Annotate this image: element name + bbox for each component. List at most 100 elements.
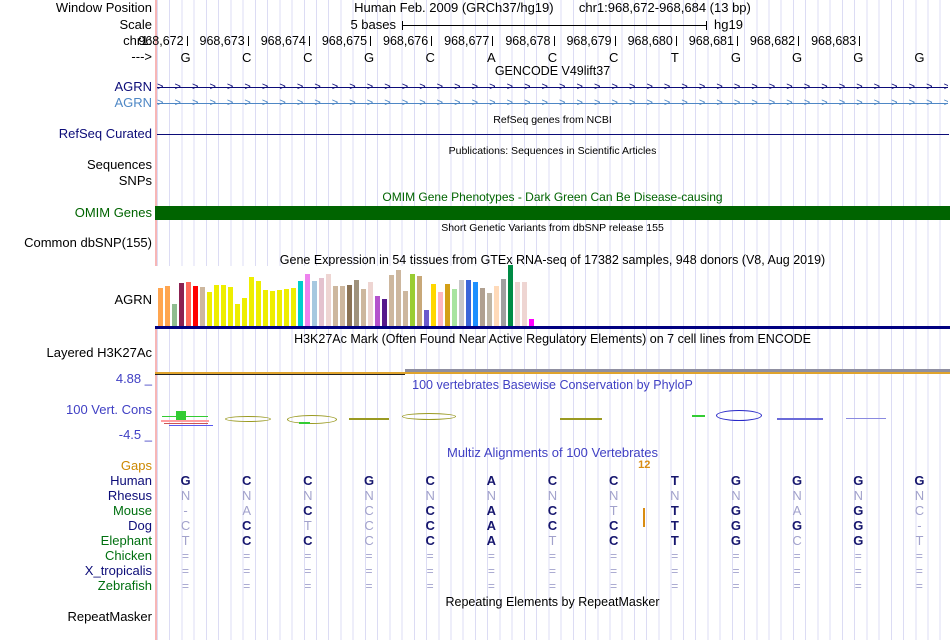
gtex-tissue-bar — [284, 289, 289, 326]
gene-label-agrn-2[interactable]: AGRN — [0, 96, 152, 110]
coordinate-label: 968,683 — [811, 34, 857, 48]
sequences-label[interactable]: Sequences — [0, 158, 152, 172]
gtex-tissue-bar — [396, 270, 401, 326]
gtex-tissue-bar — [214, 285, 219, 326]
gtex-tissue-bar — [431, 284, 436, 326]
alignment-base: N — [425, 488, 435, 503]
species-label-rhesus[interactable]: Rhesus — [0, 489, 152, 503]
alignment-base: T — [609, 503, 618, 518]
refseq-gene-line[interactable] — [157, 134, 949, 135]
repeatmasker-title: Repeating Elements by RepeatMasker — [445, 595, 660, 609]
alignment-base: C — [242, 518, 252, 533]
alignment-base: = — [793, 579, 801, 593]
reference-base: G — [730, 50, 742, 65]
snps-label[interactable]: SNPs — [0, 174, 152, 188]
gtex-tissue-bar — [298, 281, 303, 326]
gene-label-agrn-1[interactable]: AGRN — [0, 80, 152, 94]
gtex-tissue-bar — [382, 299, 387, 326]
alignment-base: = — [182, 564, 190, 578]
publications-title: Publications: Sequences in Scientific Ar… — [448, 145, 657, 157]
common-dbsnp-label[interactable]: Common dbSNP(155) — [0, 236, 152, 250]
gtex-tissue-bar — [508, 265, 513, 326]
phylop-mark — [402, 413, 456, 420]
omim-gene-bar[interactable] — [155, 206, 950, 220]
alignment-base: A — [486, 518, 497, 533]
alignment-base: G — [730, 473, 742, 488]
alignment-base: G — [730, 518, 742, 533]
gtex-tissue-bar — [480, 288, 485, 326]
phylop-mark — [349, 418, 389, 420]
alignment-base: = — [732, 549, 740, 563]
alignment-base: C — [425, 473, 435, 488]
alignment-base: C — [242, 533, 252, 548]
scale-bar-left-tick — [402, 21, 403, 30]
refseq-curated-label[interactable]: RefSeq Curated — [0, 127, 152, 141]
vert-cons-label[interactable]: 100 Vert. Cons — [0, 403, 152, 417]
alignment-base: = — [854, 564, 862, 578]
alignment-base: = — [548, 564, 556, 578]
gtex-tissue-bar — [326, 274, 331, 326]
alignment-base: = — [610, 564, 618, 578]
h3k27ac-title: H3K27Ac Mark (Often Found Near Active Re… — [294, 332, 811, 346]
gtex-tissue-bar — [270, 291, 275, 326]
alignment-base: = — [548, 549, 556, 563]
alignment-base: G — [363, 473, 375, 488]
window-position-label: Window Position — [55, 0, 152, 15]
strand-label: ---> — [131, 49, 152, 64]
alignment-base: = — [793, 549, 801, 563]
gtex-tissue-bar — [347, 285, 352, 326]
alignment-base: N — [853, 488, 863, 503]
alignment-base: A — [486, 473, 497, 488]
gtex-tissue-bar — [340, 286, 345, 326]
alignment-base: C — [914, 503, 925, 518]
alignment-base: = — [365, 549, 373, 563]
species-label-elephant[interactable]: Elephant — [0, 534, 152, 548]
gtex-tissue-bar — [165, 286, 170, 326]
species-label-human[interactable]: Human — [0, 474, 152, 488]
reference-base: C — [242, 50, 252, 65]
species-label-dog[interactable]: Dog — [0, 519, 152, 533]
alignment-base: N — [180, 488, 191, 503]
alignment-base: A — [792, 503, 802, 518]
alignment-base: = — [243, 579, 251, 593]
alignment-base: C — [364, 533, 374, 548]
alignment-base: T — [670, 473, 679, 488]
alignment-base: = — [182, 549, 190, 563]
species-label-zebrafish[interactable]: Zebrafish — [0, 579, 152, 593]
alignment-base: C — [180, 518, 191, 533]
gaps-label[interactable]: Gaps — [0, 459, 152, 473]
species-label-mouse[interactable]: Mouse — [0, 504, 152, 518]
alignment-base: = — [732, 579, 740, 593]
reference-base: G — [792, 50, 803, 65]
repeatmasker-label[interactable]: RepeatMasker — [0, 610, 152, 624]
phylop-mark — [846, 418, 886, 419]
gtex-tissue-bar — [305, 274, 310, 326]
gtex-tissue-bar — [221, 285, 226, 326]
reference-base: G — [363, 50, 375, 65]
alignment-base: = — [243, 549, 251, 563]
alignment-base: C — [242, 473, 252, 488]
gtex-tissue-bar — [200, 287, 205, 326]
position-range: chr1:968,672-968,684 (13 bp) — [578, 0, 751, 15]
alignment-base: = — [304, 564, 312, 578]
omim-genes-label[interactable]: OMIM Genes — [0, 206, 152, 220]
phylop-mark — [164, 423, 208, 424]
alignment-base: N — [303, 488, 313, 503]
alignment-base: = — [793, 564, 801, 578]
alignment-base: = — [915, 579, 923, 593]
gtex-tissue-bar — [179, 283, 184, 326]
alignment-base: G — [853, 518, 864, 533]
gtex-tissue-bar — [256, 281, 261, 326]
gtex-tissue-bar — [438, 292, 443, 326]
species-label-x_tropicalis[interactable]: X_tropicalis — [0, 564, 152, 578]
alignment-base: G — [730, 533, 742, 548]
phylop-mark — [169, 425, 213, 426]
reference-base: A — [487, 50, 496, 65]
alignment-base: N — [731, 488, 741, 503]
layered-h3k27ac-label[interactable]: Layered H3K27Ac — [0, 346, 152, 360]
gtex-gene-label[interactable]: AGRN — [0, 293, 152, 307]
alignment-base: C — [303, 473, 313, 488]
dbsnp-title: Short Genetic Variants from dbSNP releas… — [441, 222, 664, 234]
species-label-chicken[interactable]: Chicken — [0, 549, 152, 563]
alignment-base: G — [853, 473, 864, 488]
